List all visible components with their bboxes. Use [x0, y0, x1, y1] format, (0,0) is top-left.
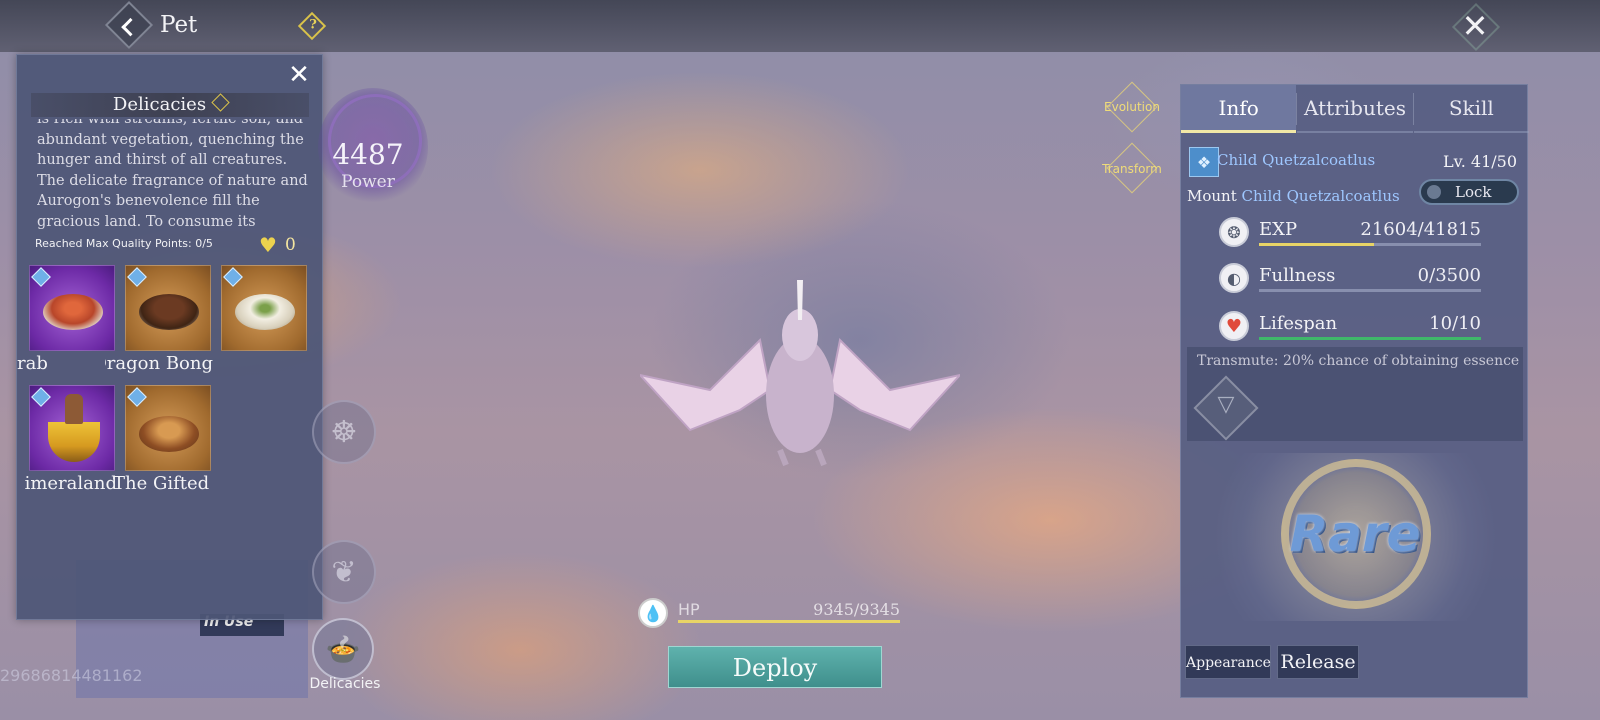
- delicacies-button[interactable]: 🍲: [312, 618, 374, 680]
- transform-label[interactable]: Transform: [1092, 162, 1172, 176]
- delicacies-title: Delicacies: [112, 94, 207, 115]
- stat-row-exp: ❂ EXP 21604/41815: [1219, 213, 1481, 253]
- tab-skill[interactable]: Skill: [1413, 85, 1529, 133]
- food-thumbnail: [125, 385, 211, 471]
- description-text: is rich with streams, fertile soil, and …: [37, 119, 308, 230]
- heart-icon: ♥: [259, 233, 277, 257]
- power-label: Power: [341, 172, 395, 192]
- dish-icon: [139, 416, 199, 452]
- tab-attributes[interactable]: Attributes: [1297, 85, 1413, 133]
- dish-icon: [48, 394, 100, 462]
- dish-icon: [139, 294, 199, 330]
- rarity-label: Rare: [1289, 505, 1421, 563]
- delicacies-header: Delicacies: [31, 93, 309, 117]
- food-thumbnail: [29, 265, 115, 351]
- food-item[interactable]: [209, 265, 309, 375]
- mount-label: Mount: [1187, 187, 1237, 205]
- heart-count-value: 0: [284, 235, 296, 255]
- power-value: 4487: [332, 138, 404, 171]
- food-label: rab: [17, 353, 48, 374]
- stat-name: Fullness: [1259, 265, 1336, 286]
- delicacies-panel: ✕ Delicacies is rich with streams, ferti…: [16, 54, 323, 620]
- food-item[interactable]: imeraland: [17, 385, 117, 495]
- hp-bar: [678, 620, 900, 623]
- mount-name: Child Quetzalcoatlus: [1241, 187, 1400, 205]
- stat-bar: [1259, 243, 1481, 246]
- toggle-knob: [1427, 185, 1441, 199]
- stat-bar: [1259, 337, 1481, 340]
- back-button[interactable]: [104, 0, 154, 50]
- lock-toggle[interactable]: Lock: [1419, 179, 1519, 205]
- mount-row: Mount Child Quetzalcoatlus: [1187, 187, 1400, 205]
- food-label: The Gifted: [113, 473, 210, 494]
- rarity-gem-icon: [31, 387, 51, 407]
- stat-value: 21604/41815: [1360, 219, 1481, 240]
- close-icon[interactable]: ✕: [1455, 6, 1495, 46]
- food-item[interactable]: rab: [17, 265, 117, 375]
- exp-icon: ❂: [1219, 217, 1249, 247]
- stat-value: 0/3500: [1417, 265, 1481, 286]
- heart-icon: ♥: [1219, 311, 1249, 341]
- help-icon[interactable]: [211, 93, 230, 112]
- food-thumbnail: [221, 265, 307, 351]
- top-bar: Pet ? ✕: [0, 0, 1600, 52]
- food-label: Dragon Bong: [105, 353, 213, 374]
- food-item[interactable]: Dragon Bong: [105, 265, 213, 375]
- stomach-icon: ◐: [1219, 263, 1249, 293]
- stat-row-fullness: ◐ Fullness 0/3500: [1219, 259, 1481, 299]
- food-item[interactable]: The Gifted: [113, 385, 213, 495]
- heart-counter: ♥ 0: [259, 233, 296, 257]
- stat-name: Lifespan: [1259, 313, 1338, 334]
- rarity-gem-icon: [127, 267, 147, 287]
- essence-icon[interactable]: [1193, 375, 1259, 441]
- close-icon[interactable]: ✕: [285, 61, 313, 89]
- rarity-gem-icon: [223, 267, 243, 287]
- ingredient-icon[interactable]: ❦: [312, 540, 376, 604]
- pet-info-panel: Info Attributes Skill ❖ Child Quetzalcoa…: [1180, 84, 1529, 698]
- rarity-gem-icon: [127, 387, 147, 407]
- rarity-gem-icon: [31, 267, 51, 287]
- help-glyph: ?: [309, 17, 317, 33]
- stat-name: EXP: [1259, 219, 1298, 240]
- dish-icon: [235, 294, 295, 330]
- deploy-button[interactable]: Deploy: [668, 646, 882, 688]
- hp-value: 9345/9345: [813, 600, 900, 619]
- release-button[interactable]: Release: [1277, 645, 1359, 679]
- evolution-label[interactable]: Evolution: [1092, 100, 1172, 114]
- pet-creature: [640, 280, 960, 467]
- transmute-text: Transmute: 20% chance of obtaining essen…: [1197, 353, 1520, 369]
- stat-bar-fill: [1259, 243, 1374, 246]
- hp-bar-fill: [678, 620, 900, 623]
- appearance-button[interactable]: Appearance: [1185, 645, 1271, 679]
- pet-id-label: 29686814481162: [0, 666, 143, 685]
- page-title: Pet: [160, 12, 198, 38]
- rarity-emblem: Rare: [1187, 453, 1523, 621]
- stat-bar-fill: [1259, 337, 1481, 340]
- transmute-box: Transmute: 20% chance of obtaining essen…: [1187, 347, 1523, 441]
- hp-drop-icon: 💧: [638, 598, 668, 628]
- dish-icon: [43, 294, 103, 330]
- stat-value: 10/10: [1429, 313, 1481, 334]
- stat-bar: [1259, 289, 1481, 292]
- delicacies-description[interactable]: is rich with streams, fertile soil, and …: [37, 119, 313, 235]
- food-bowl-icon: 🍲: [325, 632, 361, 666]
- help-icon[interactable]: ?: [297, 11, 327, 41]
- pet-type-icon: ❖: [1189, 147, 1219, 177]
- tab-info[interactable]: Info: [1181, 85, 1297, 133]
- food-thumbnail: [29, 385, 115, 471]
- lock-label: Lock: [1455, 183, 1492, 201]
- pet-level: Lv. 41/50: [1442, 152, 1517, 171]
- delicacies-button-label: Delicacies: [309, 676, 381, 692]
- max-quality-points: Reached Max Quality Points: 0/5: [35, 237, 213, 250]
- food-thumbnail: [125, 265, 211, 351]
- dragon-icon[interactable]: ☸: [312, 400, 376, 464]
- food-label: imeraland: [24, 473, 117, 494]
- pet-name: Child Quetzalcoatlus: [1217, 151, 1376, 169]
- info-tabs: Info Attributes Skill: [1181, 85, 1529, 133]
- stat-row-lifespan: ♥ Lifespan 10/10: [1219, 307, 1481, 347]
- hp-label: HP: [678, 600, 700, 619]
